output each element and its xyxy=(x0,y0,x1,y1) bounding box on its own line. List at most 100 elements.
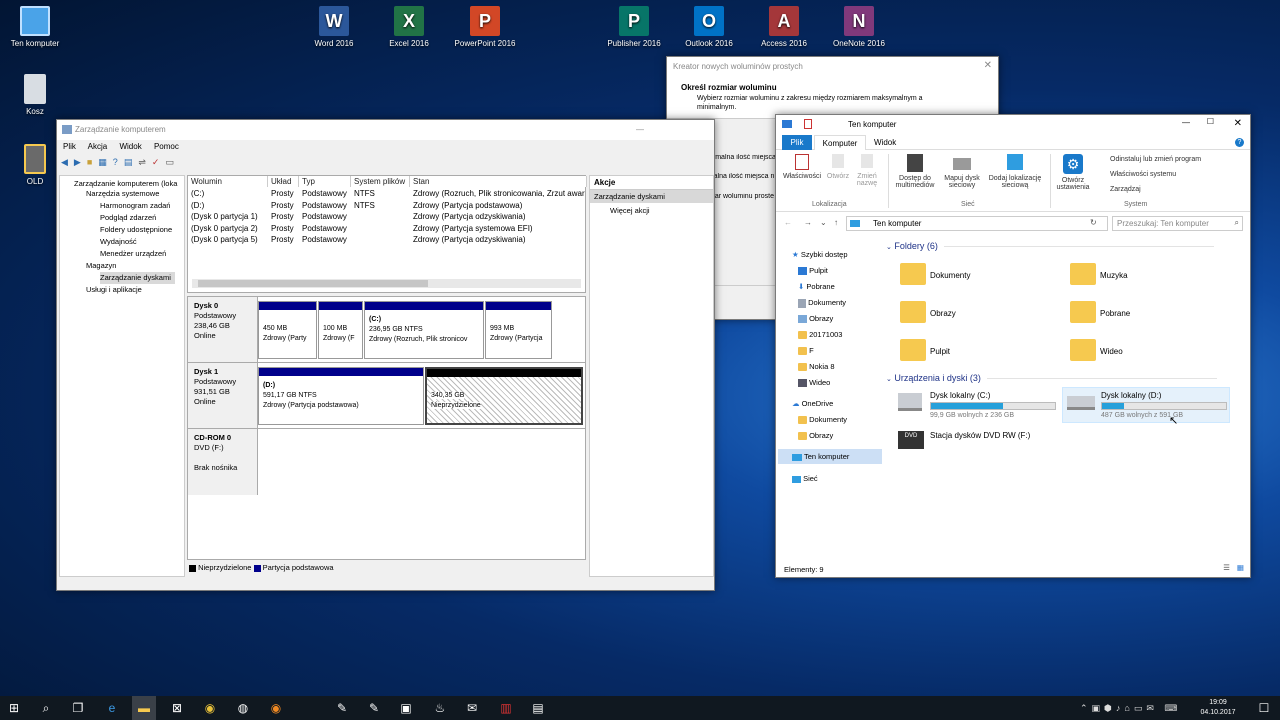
more-actions[interactable]: Więcej akcji xyxy=(590,203,713,218)
partition-d[interactable]: (D:) 591,17 GB NTFS Zdrowy (Partycja podst… xyxy=(258,367,424,425)
rename-button[interactable]: Zmień nazwę xyxy=(854,154,880,187)
back-arrow-icon[interactable]: ◀ xyxy=(61,157,74,167)
firefox-icon[interactable]: ◉ xyxy=(264,696,288,720)
map-drive-button[interactable]: Mapuj dysk sieciowy xyxy=(940,154,984,189)
tree-item-storage[interactable]: Magazyn xyxy=(86,260,116,272)
quick-access-toolbar-icon[interactable] xyxy=(782,120,792,128)
task-view-icon[interactable]: ❐ xyxy=(66,696,90,720)
close-icon[interactable]: ✕ xyxy=(1234,118,1242,129)
folder-icon[interactable]: ■ xyxy=(87,157,98,167)
devices-section-header[interactable]: ⌄ Urządzenia i dyski (3) xyxy=(886,373,1217,383)
help-icon[interactable]: ? xyxy=(113,157,124,167)
chevron-down-icon[interactable]: ⌄ xyxy=(820,218,827,227)
back-icon[interactable]: ← xyxy=(784,218,792,227)
minimize-icon[interactable]: — xyxy=(1182,118,1190,127)
manage-button[interactable]: Zarządzaj xyxy=(1110,186,1141,193)
app-icon[interactable]: ✎ xyxy=(362,696,386,720)
nav-downloads[interactable]: ⬇ Pobrane xyxy=(798,279,835,294)
add-network-location-button[interactable]: Dodaj lokalizację sieciową xyxy=(984,154,1046,189)
nav-pictures[interactable]: Obrazy xyxy=(798,311,833,326)
connect-icon[interactable]: ⇌ xyxy=(138,157,152,167)
close-icon[interactable]: ✕ xyxy=(984,60,992,71)
list-icon[interactable]: ▤ xyxy=(124,157,139,167)
app-icon[interactable]: ▥ xyxy=(494,696,518,720)
address-bar[interactable]: Ten komputer xyxy=(846,216,1108,231)
tree-item-task-scheduler[interactable]: Harmonogram zadań xyxy=(100,200,170,212)
desktop-icon-word[interactable]: W Word 2016 xyxy=(299,6,369,48)
open-button[interactable]: Otwórz xyxy=(824,154,852,180)
desktop-icon-this-pc[interactable]: Ten komputer xyxy=(0,6,70,48)
actions-section[interactable]: Zarządzanie dyskami xyxy=(590,190,713,203)
properties-button[interactable]: Właściwości xyxy=(780,154,824,180)
desktop-icon-powerpoint[interactable]: P PowerPoint 2016 xyxy=(449,6,521,48)
cdrom-label[interactable]: CD-ROM 0 DVD (F:) Brak nośnika xyxy=(188,429,258,495)
desktop-icon-access[interactable]: A Access 2016 xyxy=(749,6,819,48)
check-icon[interactable]: ✓ xyxy=(152,157,166,167)
partition-efi[interactable]: 100 MB Zdrowy (F xyxy=(318,301,363,359)
uninstall-program-button[interactable]: Odinstaluj lub zmień program xyxy=(1110,156,1201,163)
nav-documents[interactable]: Dokumenty xyxy=(798,295,846,310)
drive-d[interactable]: Dysk lokalny (D:) 487 GB wolnych z 591 G… xyxy=(1062,387,1230,427)
clock[interactable]: 19:09 04.10.2017 xyxy=(1198,698,1238,718)
notifications-icon[interactable]: ☐ xyxy=(1252,696,1276,720)
file-explorer-taskbar-icon[interactable]: ▬ xyxy=(132,696,156,720)
refresh-icon[interactable]: ↻ xyxy=(1090,218,1097,227)
properties-small-icon[interactable] xyxy=(804,119,812,129)
partition-recovery-1[interactable]: 450 MB Zdrowy (Party xyxy=(258,301,317,359)
menu-action[interactable]: Akcja xyxy=(88,142,108,151)
minimize-icon[interactable]: — xyxy=(636,120,644,140)
volume-row[interactable]: (Dysk 0 partycja 2) Prosty Podstawowy Zdrow… xyxy=(188,223,585,235)
open-settings-button[interactable]: ⚙ Otwórz ustawienia xyxy=(1052,154,1094,191)
column-header-volume[interactable]: Wolumin xyxy=(188,176,268,187)
tab-view[interactable]: Widok xyxy=(874,135,896,150)
volume-row[interactable]: (D:) Prosty Podstawowy NTFS Zdrowy (Partycja… xyxy=(188,200,585,212)
tree-item-shared-folders[interactable]: Foldery udostępnione xyxy=(100,224,172,236)
tab-file[interactable]: Plik xyxy=(782,135,812,150)
nav-onedrive-documents[interactable]: Dokumenty xyxy=(798,412,847,427)
properties-icon[interactable]: ▭ xyxy=(165,157,180,167)
menu-view[interactable]: Widok xyxy=(119,142,141,151)
system-properties-button[interactable]: Właściwości systemu xyxy=(1110,171,1176,178)
tree-item-event-viewer[interactable]: Podgląd zdarzeń xyxy=(100,212,156,224)
column-header-status[interactable]: Stan xyxy=(410,176,587,187)
app-icon[interactable]: ▣ xyxy=(394,696,418,720)
search-icon[interactable]: ⌕ xyxy=(34,696,58,720)
mail-icon[interactable]: ✉ xyxy=(460,696,484,720)
desktop-icon-recycle-bin[interactable]: Kosz xyxy=(0,74,70,116)
desktop-icon-excel[interactable]: X Excel 2016 xyxy=(374,6,444,48)
tiles-view-icon[interactable]: ▦ xyxy=(1237,563,1244,572)
disk-0-label[interactable]: Dysk 0 Podstawowy 238,46 GB Online xyxy=(188,297,258,362)
partition-unallocated[interactable]: 340,35 GB Nieprzydzielone xyxy=(425,367,583,425)
drive-c[interactable]: Dysk lokalny (C:) 99,9 GB wolnych z 236 … xyxy=(898,389,1060,423)
tree-item-system-tools[interactable]: Narzędzia systemowe xyxy=(86,188,159,200)
up-icon[interactable]: ↑ xyxy=(834,218,838,227)
menu-help[interactable]: Pomoc xyxy=(154,142,179,151)
grid-icon[interactable]: ▦ xyxy=(98,157,113,167)
tree-item-services[interactable]: Usługi i aplikacje xyxy=(86,284,142,296)
search-input[interactable]: Przeszukaj: Ten komputer ⌕ xyxy=(1112,216,1243,231)
forward-icon[interactable]: → xyxy=(804,218,812,227)
computer-management-taskbar-icon[interactable]: ▤ xyxy=(526,696,550,720)
tree-item-device-manager[interactable]: Menedżer urządzeń xyxy=(100,248,166,260)
nav-videos[interactable]: Wideo xyxy=(798,375,830,390)
nav-folder-nokia8[interactable]: Nokia 8 xyxy=(798,359,835,374)
nav-network[interactable]: Sieć xyxy=(792,471,818,486)
app-icon[interactable]: ✎ xyxy=(330,696,354,720)
tab-computer[interactable]: Komputer xyxy=(814,135,866,150)
menu-file[interactable]: Plik xyxy=(63,142,76,151)
partition-c[interactable]: (C:) 236,95 GB NTFS Zdrowy (Rozruch, Plik … xyxy=(364,301,484,359)
disk-1-label[interactable]: Dysk 1 Podstawowy 931,51 GB Online xyxy=(188,363,258,428)
column-header-type[interactable]: Typ xyxy=(299,176,351,187)
folders-section-header[interactable]: ⌄ Foldery (6) xyxy=(886,241,1214,251)
horizontal-scrollbar[interactable] xyxy=(192,279,581,288)
desktop-icon-onenote[interactable]: N OneNote 2016 xyxy=(824,6,894,48)
steam-icon[interactable]: ♨ xyxy=(428,696,452,720)
store-icon[interactable]: ⊠ xyxy=(165,696,189,720)
forward-arrow-icon[interactable]: ▶ xyxy=(74,157,87,167)
nav-quick-access[interactable]: ★ Szybki dostęp xyxy=(792,247,848,262)
edge-icon[interactable]: e xyxy=(100,696,124,720)
nav-onedrive-pictures[interactable]: Obrazy xyxy=(798,428,833,443)
desktop-icon-outlook[interactable]: O Outlook 2016 xyxy=(674,6,744,48)
nav-folder-20171003[interactable]: 20171003 xyxy=(798,327,842,342)
nav-desktop[interactable]: Pulpit xyxy=(798,263,828,278)
